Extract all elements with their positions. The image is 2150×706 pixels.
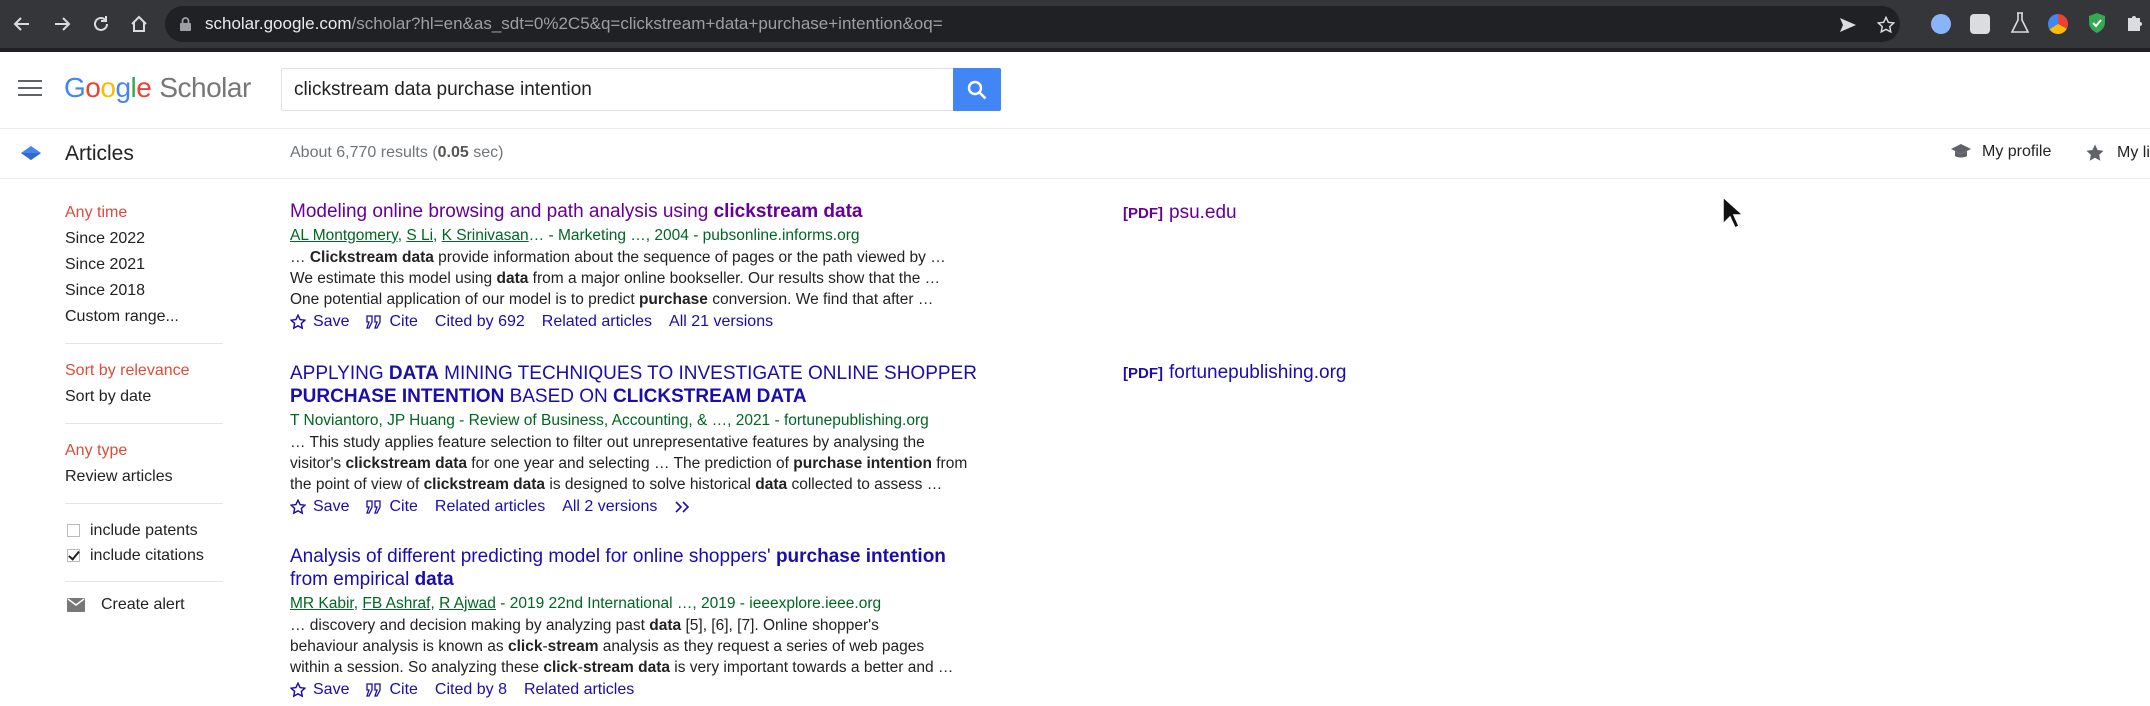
include-patents-checkbox[interactable]: include patents: [65, 518, 225, 543]
star-outline-icon: [290, 314, 306, 330]
pdf-link[interactable]: [PDF] psu.edu: [1123, 202, 1237, 224]
mouse-cursor-icon: [1722, 196, 1744, 230]
google-scholar-logo[interactable]: Google Scholar: [64, 72, 251, 104]
filter-custom-range[interactable]: Custom range...: [65, 304, 225, 330]
sort-by-date[interactable]: Sort by date: [65, 384, 225, 410]
result-item: Analysis of different predicting model f…: [290, 545, 1030, 699]
divider: [65, 503, 223, 504]
cited-by-link[interactable]: Cited by 692: [435, 313, 525, 331]
result-item: APPLYING DATA MINING TECHNIQUES TO INVES…: [290, 362, 1030, 516]
filter-since-2021[interactable]: Since 2021: [65, 252, 225, 278]
author-link[interactable]: FB Ashraf: [362, 595, 430, 612]
result-actions: Save Cite Cited by 692 Related articles …: [290, 313, 1030, 331]
url-text: scholar.google.com/scholar?hl=en&as_sdt=…: [205, 14, 943, 33]
result-item: Modeling online browsing and path analys…: [290, 200, 1030, 331]
author-link[interactable]: R Ajwad: [439, 595, 496, 612]
cite-button[interactable]: Cite: [366, 313, 418, 331]
menu-icon[interactable]: [18, 80, 42, 98]
puzzle-icon[interactable]: [2125, 12, 2147, 34]
my-profile-link[interactable]: My profile: [1950, 143, 2051, 161]
result-authors: MR Kabir, FB Ashraf, R Ajwad - 2019 22nd…: [290, 595, 882, 612]
divider: [65, 581, 223, 582]
result-authors: T Noviantoro, JP Huang - Review of Busin…: [290, 412, 929, 429]
create-alert-link[interactable]: Create alert: [65, 596, 225, 614]
extension-icon[interactable]: [1931, 14, 1951, 34]
star-icon: [2086, 144, 2104, 161]
related-articles-link[interactable]: Related articles: [524, 681, 634, 699]
send-icon[interactable]: [1837, 15, 1859, 35]
related-articles-link[interactable]: Related articles: [435, 498, 545, 516]
articles-label[interactable]: Articles: [65, 142, 134, 166]
result-actions: Save Cite Related articles All 2 version…: [290, 498, 1030, 516]
divider: [65, 423, 223, 424]
articles-cap-icon: [21, 146, 41, 160]
cited-by-link[interactable]: Cited by 8: [435, 681, 507, 699]
result-snippet: … discovery and decision making by analy…: [290, 617, 954, 676]
result-authors: AL Montgomery, S Li, K Srinivasan… - Mar…: [290, 227, 860, 244]
result-actions: Save Cite Cited by 8 Related articles: [290, 681, 1030, 699]
extension-icon[interactable]: [2048, 14, 2068, 34]
author-link[interactable]: S Li: [406, 227, 433, 244]
related-articles-link[interactable]: Related articles: [542, 313, 652, 331]
include-citations-checkbox[interactable]: include citations: [65, 543, 225, 568]
checkbox[interactable]: [67, 524, 80, 537]
pdf-link[interactable]: [PDF] fortunepublishing.org: [1123, 362, 1346, 384]
cite-button[interactable]: Cite: [366, 681, 418, 699]
checkbox-checked[interactable]: [67, 549, 80, 562]
result-title-link[interactable]: Modeling online browsing and path analys…: [290, 200, 1030, 223]
author-link[interactable]: K Srinivasan: [442, 227, 529, 244]
filter-since-2022[interactable]: Since 2022: [65, 226, 225, 252]
all-versions-link[interactable]: All 21 versions: [669, 313, 773, 331]
filter-any-type[interactable]: Any type: [65, 438, 225, 464]
author-link[interactable]: AL Montgomery: [290, 227, 398, 244]
more-chevron-icon[interactable]: [674, 500, 699, 514]
result-snippet: … This study applies feature selection t…: [290, 434, 968, 493]
flask-icon[interactable]: [2010, 12, 2032, 34]
filter-since-2018[interactable]: Since 2018: [65, 278, 225, 304]
shield-icon[interactable]: [2087, 12, 2109, 34]
results-count: About 6,770 results (0.05 sec): [290, 144, 504, 161]
filter-sidebar: Any time Since 2022 Since 2021 Since 201…: [65, 200, 225, 614]
star-outline-icon: [290, 682, 306, 698]
back-icon[interactable]: [10, 12, 34, 36]
result-title-link[interactable]: Analysis of different predicting model f…: [290, 545, 1030, 591]
lock-icon: [180, 17, 191, 31]
search-icon: [967, 80, 987, 99]
reload-icon[interactable]: [89, 12, 113, 36]
save-button[interactable]: Save: [290, 681, 349, 699]
envelope-icon: [67, 598, 85, 612]
author-link[interactable]: MR Kabir: [290, 595, 354, 612]
quote-icon: [366, 315, 382, 329]
quote-icon: [366, 500, 382, 514]
divider: [65, 343, 223, 344]
filter-review-articles[interactable]: Review articles: [65, 464, 225, 490]
extension-icon[interactable]: [1970, 14, 1990, 34]
address-bar[interactable]: scholar.google.com/scholar?hl=en&as_sdt=…: [165, 6, 1900, 42]
forward-icon[interactable]: [50, 12, 74, 36]
results-bar: Articles About 6,770 results (0.05 sec) …: [0, 129, 2150, 179]
bookmark-star-icon[interactable]: [1875, 15, 1897, 35]
home-icon[interactable]: [127, 12, 151, 36]
filter-any-time[interactable]: Any time: [65, 200, 225, 226]
result-title-link[interactable]: APPLYING DATA MINING TECHNIQUES TO INVES…: [290, 362, 990, 408]
save-button[interactable]: Save: [290, 498, 349, 516]
cite-button[interactable]: Cite: [366, 498, 418, 516]
my-library-link[interactable]: My library: [2085, 143, 2150, 163]
search-box: [281, 68, 953, 111]
sort-by-relevance[interactable]: Sort by relevance: [65, 358, 225, 384]
graduation-cap-icon: [1951, 144, 1971, 158]
star-outline-icon: [290, 499, 306, 515]
quote-icon: [366, 683, 382, 697]
scholar-header: Google Scholar: [0, 52, 2150, 129]
search-input[interactable]: [292, 78, 936, 102]
browser-toolbar: scholar.google.com/scholar?hl=en&as_sdt=…: [0, 0, 2150, 48]
all-versions-link[interactable]: All 2 versions: [562, 498, 657, 516]
save-button[interactable]: Save: [290, 313, 349, 331]
result-snippet: … Clickstream data provide information a…: [290, 249, 946, 308]
search-button[interactable]: [953, 68, 1001, 111]
